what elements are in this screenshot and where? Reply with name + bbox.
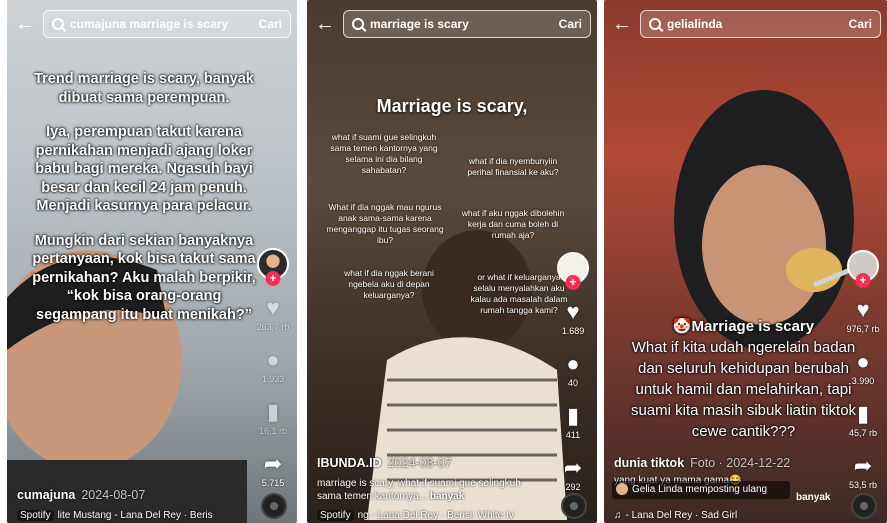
author-avatar[interactable]: +: [257, 248, 289, 286]
action-rail: + ♥ 263,7 rb ● 1.933 ▮ 16,1 rb ➦ 5.715: [255, 248, 291, 488]
music-disc-icon[interactable]: [561, 493, 587, 519]
comment-icon[interactable]: ●: [856, 350, 869, 374]
music-disc-icon[interactable]: [261, 493, 287, 519]
overlay-title: Marriage is scary,: [376, 96, 528, 116]
video-panel-1[interactable]: ← cumajuna marriage is scary Cari Trend …: [7, 0, 297, 523]
repost-banner[interactable]: Gelia Linda memposting ulang: [612, 481, 790, 499]
save-count: 411: [565, 430, 581, 440]
video-panel-2[interactable]: ← marriage is scary Cari Marriage is sca…: [307, 0, 597, 523]
repost-text: Gelia Linda memposting ulang: [632, 484, 768, 495]
music-info[interactable]: Spotify ng - Lana Del Rey · Berisi: White…: [317, 510, 514, 521]
author-name[interactable]: dunia tiktok Foto · 2024-12-22: [614, 456, 790, 470]
save-count: 16,1 rb: [258, 426, 288, 436]
overlay-title: 🤡Marriage is scary: [672, 318, 815, 335]
save-count: 45,7 rb: [848, 428, 878, 438]
share-icon[interactable]: ➦: [564, 456, 582, 480]
question-text: What if dia nggak mau ngurus anak sama-s…: [326, 202, 444, 245]
share-icon[interactable]: ➦: [854, 454, 872, 478]
action-rail: + ♥ 976,7 rb ● 3.990 ▮ 45,7 rb ➦ 53,5 rb: [845, 250, 881, 490]
comment-count: 3.990: [851, 376, 875, 386]
arrow-left-icon[interactable]: ←: [313, 10, 337, 38]
comment-count: 1.933: [261, 374, 285, 384]
author-name[interactable]: IBUNDA.ID 2024-08-07: [317, 456, 452, 470]
post-date: 2024-08-07: [387, 456, 452, 470]
follow-plus-icon[interactable]: +: [855, 273, 871, 288]
music-info[interactable]: ♫ - Lana Del Rey · Sad Girl: [614, 510, 737, 521]
overlay-paragraph: Trend marriage is scary, banyak dibuat s…: [34, 71, 254, 106]
share-count: 5.715: [261, 478, 285, 488]
action-rail: + ♥ 1.689 ● 40 ▮ 411 ➦ 292: [555, 252, 591, 492]
overlay-text: Trend marriage is scary, banyak dibuat s…: [7, 70, 297, 340]
more-link[interactable]: banyak: [430, 491, 464, 502]
search-bar: ← marriage is scary Cari: [313, 10, 591, 38]
heart-icon[interactable]: ♥: [856, 298, 869, 322]
search-button[interactable]: Cari: [559, 17, 582, 31]
search-input[interactable]: gelialinda Cari: [640, 10, 881, 38]
video-caption: marriage is scary, what if suami gue sel…: [317, 478, 521, 502]
question-text: what if dia nyembunyiin perihal finansia…: [467, 156, 559, 177]
arrow-left-icon[interactable]: ←: [13, 10, 37, 38]
repost-avatar: [616, 483, 628, 496]
share-count: 292: [565, 482, 581, 492]
search-icon: [52, 18, 64, 30]
search-bar: ← cumajuna marriage is scary Cari: [13, 10, 291, 38]
author-name[interactable]: cumajuna 2024-08-07: [17, 488, 145, 502]
question-text: what if dia nggak berani ngebela aku di …: [344, 268, 434, 300]
overlay-body: What if kita udah ngerelain badan dan se…: [630, 339, 857, 440]
author-avatar[interactable]: +: [557, 252, 589, 290]
like-count: 976,7 rb: [846, 324, 880, 334]
music-disc-icon[interactable]: [851, 493, 877, 519]
heart-icon[interactable]: ♥: [266, 296, 279, 320]
music-note-icon: ♫: [614, 510, 622, 521]
search-button[interactable]: Cari: [259, 17, 282, 31]
music-info[interactable]: Spotify lite Mustang - Lana Del Rey · Ber…: [17, 510, 213, 521]
spotify-badge: Spotify: [317, 510, 354, 521]
like-count: 1.689: [561, 326, 585, 336]
woman-image: [347, 200, 567, 520]
follow-plus-icon[interactable]: +: [265, 271, 281, 286]
bookmark-icon[interactable]: ▮: [567, 404, 579, 428]
comment-count: 40: [567, 378, 578, 388]
spotify-badge: Spotify: [17, 510, 54, 521]
arrow-left-icon[interactable]: ←: [610, 10, 634, 38]
video-panel-3[interactable]: ← gelialinda Cari 🤡Marriage is scary Wha…: [604, 0, 887, 523]
search-icon: [649, 18, 661, 30]
comment-icon[interactable]: ●: [266, 348, 279, 372]
post-date: 2024-08-07: [81, 488, 146, 502]
search-query: gelialinda: [667, 17, 723, 31]
search-input[interactable]: cumajuna marriage is scary Cari: [43, 10, 291, 38]
post-meta: Foto · 2024-12-22: [690, 456, 791, 470]
overlay-paragraph: Iya, perempuan takut karena pernikahan m…: [35, 124, 253, 214]
bookmark-icon[interactable]: ▮: [267, 400, 279, 424]
comment-icon[interactable]: ●: [566, 352, 579, 376]
music-text: lite Mustang - Lana Del Rey · Beris: [57, 510, 213, 521]
music-text: ng - Lana Del Rey · Berisi: White Iv: [357, 510, 514, 521]
bookmark-icon[interactable]: ▮: [857, 402, 869, 426]
search-query: marriage is scary: [370, 17, 469, 31]
share-count: 53,5 rb: [848, 480, 878, 490]
follow-plus-icon[interactable]: +: [565, 275, 581, 290]
search-button[interactable]: Cari: [849, 17, 872, 31]
question-text: what if aku nggak dibolehin kerja dan cu…: [461, 208, 565, 240]
more-link[interactable]: banyak: [796, 492, 830, 503]
search-icon: [352, 18, 364, 30]
search-bar: ← gelialinda Cari: [610, 10, 881, 38]
author-avatar[interactable]: +: [847, 250, 879, 288]
overlay-paragraph: Mungkin dari sekian banyaknya pertanyaan…: [32, 232, 256, 323]
heart-icon[interactable]: ♥: [566, 300, 579, 324]
search-query: cumajuna marriage is scary: [70, 17, 229, 31]
like-count: 263,7 rb: [256, 322, 290, 332]
share-icon[interactable]: ➦: [264, 452, 282, 476]
search-input[interactable]: marriage is scary Cari: [343, 10, 591, 38]
question-text: what if suami gue selingkuh sama temen k…: [330, 132, 438, 175]
music-text: - Lana Del Rey · Sad Girl: [625, 510, 738, 521]
